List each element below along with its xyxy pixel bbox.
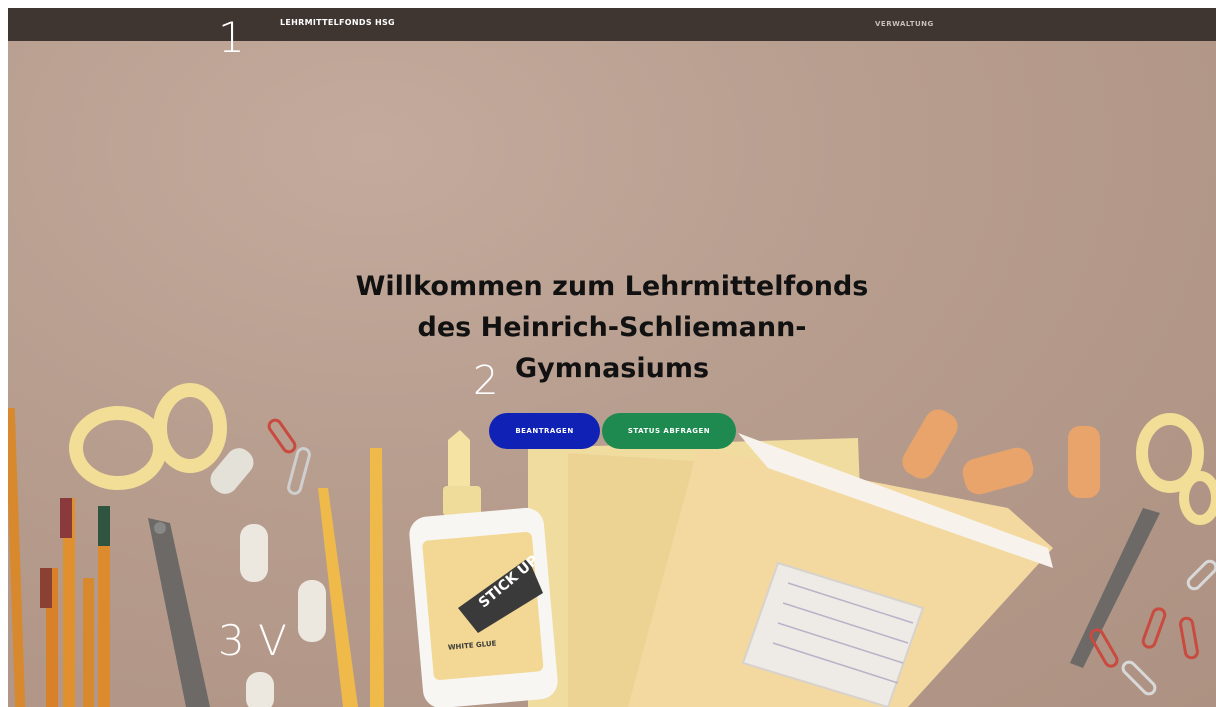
title-line-2: des Heinrich-Schliemann- <box>417 312 807 343</box>
scissors-icon <box>69 383 227 707</box>
title-line-3: Gymnasiums <box>514 353 710 384</box>
annotation-3-chevron-down-icon: 3 V <box>218 616 287 665</box>
apply-button[interactable]: BEANTRAGEN <box>489 413 600 449</box>
top-navbar: LEHRMITTELFONDS HSG VERWALTUNG <box>8 8 1216 41</box>
hero-section: STICK UP WHITE GLUE LEHRMITTELFONDS HSG … <box>8 8 1216 707</box>
title-line-1: Willkommen zum Lehrmittelfonds <box>355 271 869 302</box>
page-title: Willkommen zum Lehrmittelfonds des Heinr… <box>308 266 916 389</box>
eraser-right <box>902 409 1100 498</box>
nav-link-verwaltung[interactable]: VERWALTUNG <box>875 20 934 28</box>
status-query-button[interactable]: STATUS ABFRAGEN <box>602 413 736 449</box>
annotation-1: 1 <box>218 13 245 62</box>
eraser-icon <box>210 448 326 707</box>
brand-link[interactable]: LEHRMITTELFONDS HSG <box>280 18 395 27</box>
annotation-2: 2 <box>473 358 499 404</box>
